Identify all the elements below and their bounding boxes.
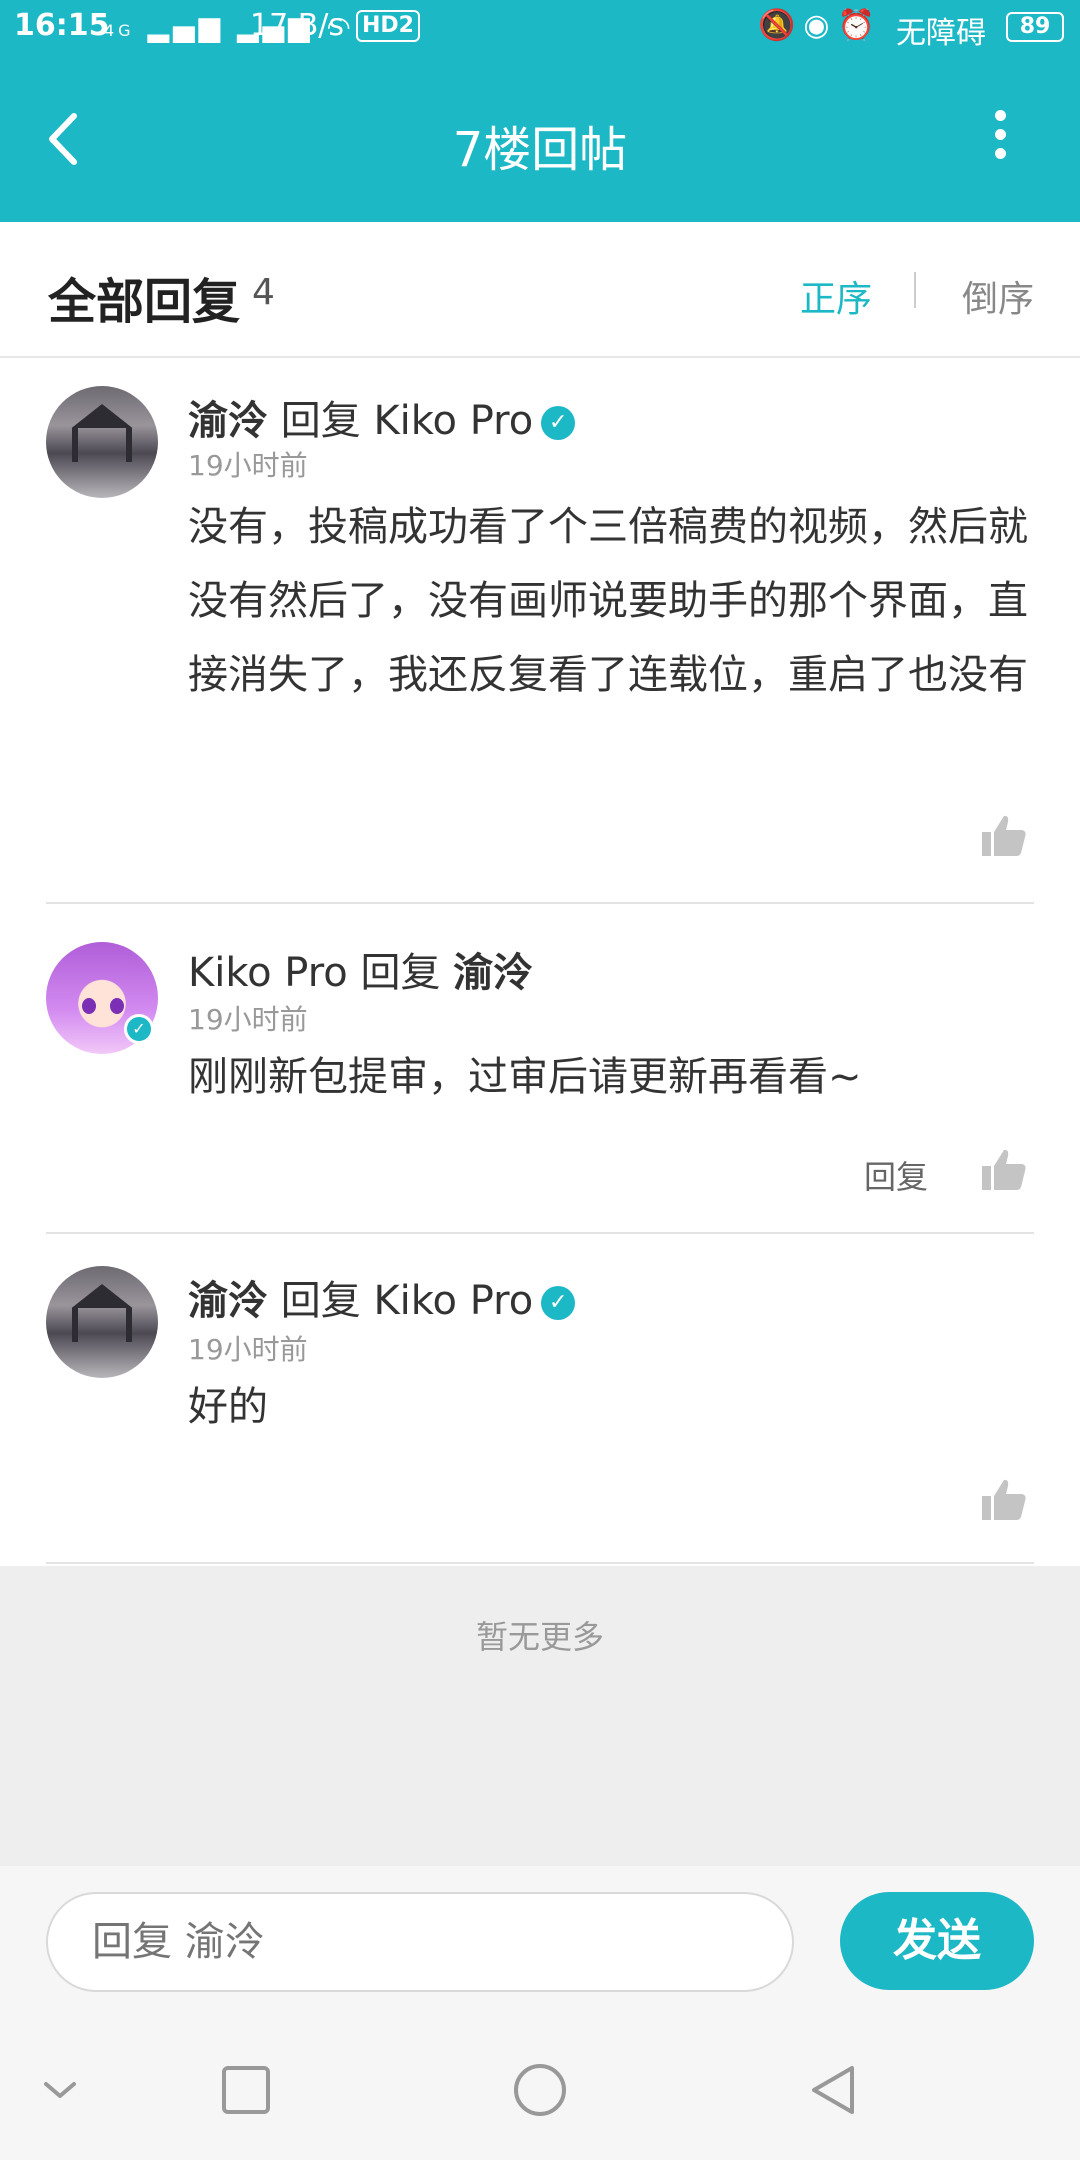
comment-author-line: 渝泠 回复 Kiko Pro ✓ — [188, 1268, 576, 1326]
comment-time: 19小时前 — [188, 449, 308, 482]
system-nav-bar — [0, 2016, 1080, 2160]
verified-badge-icon: ✓ — [124, 1014, 154, 1044]
recent-apps-icon[interactable] — [218, 2062, 274, 2118]
comment-divider — [46, 1232, 1034, 1234]
list-footer: 暂无更多 — [0, 1566, 1080, 1866]
reply-target[interactable]: Kiko Pro — [373, 1278, 533, 1324]
more-dot-icon — [994, 110, 1006, 121]
comment-item: 渝泠 回复 Kiko Pro ✓ 19小时前 好的 — [0, 1236, 1080, 1566]
pavilion-posts-icon — [72, 1308, 132, 1342]
reply-button[interactable]: 回复 — [864, 1152, 928, 1198]
accessibility-text: 无障碍 — [896, 16, 986, 51]
comment-author[interactable]: Kiko Pro — [188, 950, 348, 996]
avatar-eye — [110, 998, 124, 1014]
top-bar: 7楼回帖 — [0, 54, 1080, 222]
more-dot-icon — [994, 129, 1006, 140]
status-time: 16:15 — [14, 8, 110, 43]
sort-ascending-button[interactable]: 正序 — [800, 270, 872, 322]
reply-bar: 发送 — [0, 1866, 1080, 2016]
reply-input[interactable] — [46, 1892, 794, 1992]
replies-title: 全部回复 — [48, 274, 241, 330]
avatar[interactable] — [46, 1266, 158, 1378]
comment-author[interactable]: 渝泠 — [188, 398, 268, 444]
replies-header: 全部回复 4 正序 倒序 — [0, 222, 1080, 358]
chevron-down-icon[interactable] — [32, 2062, 88, 2118]
thumbs-up-icon[interactable] — [980, 812, 1028, 860]
verified-icon: ✓ — [541, 1286, 576, 1320]
comment-time: 19小时前 — [188, 1003, 308, 1036]
send-button[interactable]: 发送 — [840, 1892, 1034, 1990]
battery-icon: 89 — [1006, 12, 1064, 42]
comment-item: 渝泠 回复 Kiko Pro ✓ 19小时前 没有，投稿成功看了个三倍稿费的视频，… — [0, 360, 1080, 906]
more-dot-icon — [994, 148, 1006, 159]
more-button[interactable] — [980, 104, 1020, 174]
network-type: 4G — [104, 21, 135, 40]
pavilion-roof-icon — [71, 1284, 133, 1308]
reply-word: 回复 — [360, 950, 441, 996]
pavilion-roof-icon — [71, 404, 133, 428]
thumbs-up-icon[interactable] — [980, 1476, 1028, 1524]
reply-target[interactable]: Kiko Pro — [373, 398, 533, 444]
hd-icon: HD2 — [356, 10, 420, 42]
comment-author-line: 渝泠 回复 Kiko Pro ✓ — [188, 388, 576, 446]
reply-word: 回复 — [280, 1278, 361, 1324]
comment-item: ✓ Kiko Pro 回复 渝泠 19小时前 刚刚新包提审，过审后请更新再看看~… — [0, 906, 1080, 1236]
network-speed: 17 B/s — [250, 8, 345, 43]
page-title: 7楼回帖 — [452, 122, 628, 178]
comment-text: 没有，投稿成功看了个三倍稿费的视频，然后就没有然后了，没有画师说要助手的那个界面… — [188, 504, 1028, 698]
comment-divider — [46, 1562, 1034, 1564]
verified-icon: ✓ — [541, 406, 576, 440]
sort-divider — [914, 272, 916, 308]
pavilion-posts-icon — [72, 428, 132, 462]
back-triangle-icon[interactable] — [806, 2062, 862, 2118]
home-icon[interactable] — [512, 2062, 568, 2118]
comment-time: 19小时前 — [188, 1333, 308, 1366]
comment-author[interactable]: 渝泠 — [188, 1278, 268, 1324]
avatar-eye — [82, 998, 96, 1014]
no-more-text: 暂无更多 — [475, 1618, 604, 1656]
reply-target[interactable]: 渝泠 — [453, 950, 533, 996]
avatar[interactable] — [46, 386, 158, 498]
reply-word: 回复 — [280, 398, 361, 444]
status-bar: 16:15 4G ▂▄▆ ▂▄▆ ◠ 17 B/s HD2 🔕◉⏰ 无障碍 89 — [0, 0, 1080, 54]
comment-text: 好的 — [188, 1384, 268, 1430]
comment-divider — [46, 902, 1034, 904]
comment-text: 刚刚新包提审，过审后请更新再看看~ — [188, 1054, 862, 1100]
status-icons: 🔕◉⏰ — [758, 8, 883, 43]
replies-count: 4 — [252, 272, 275, 313]
thumbs-up-icon[interactable] — [980, 1146, 1028, 1194]
comment-author-line: Kiko Pro 回复 渝泠 — [188, 940, 533, 998]
sort-descending-button[interactable]: 倒序 — [962, 270, 1034, 322]
